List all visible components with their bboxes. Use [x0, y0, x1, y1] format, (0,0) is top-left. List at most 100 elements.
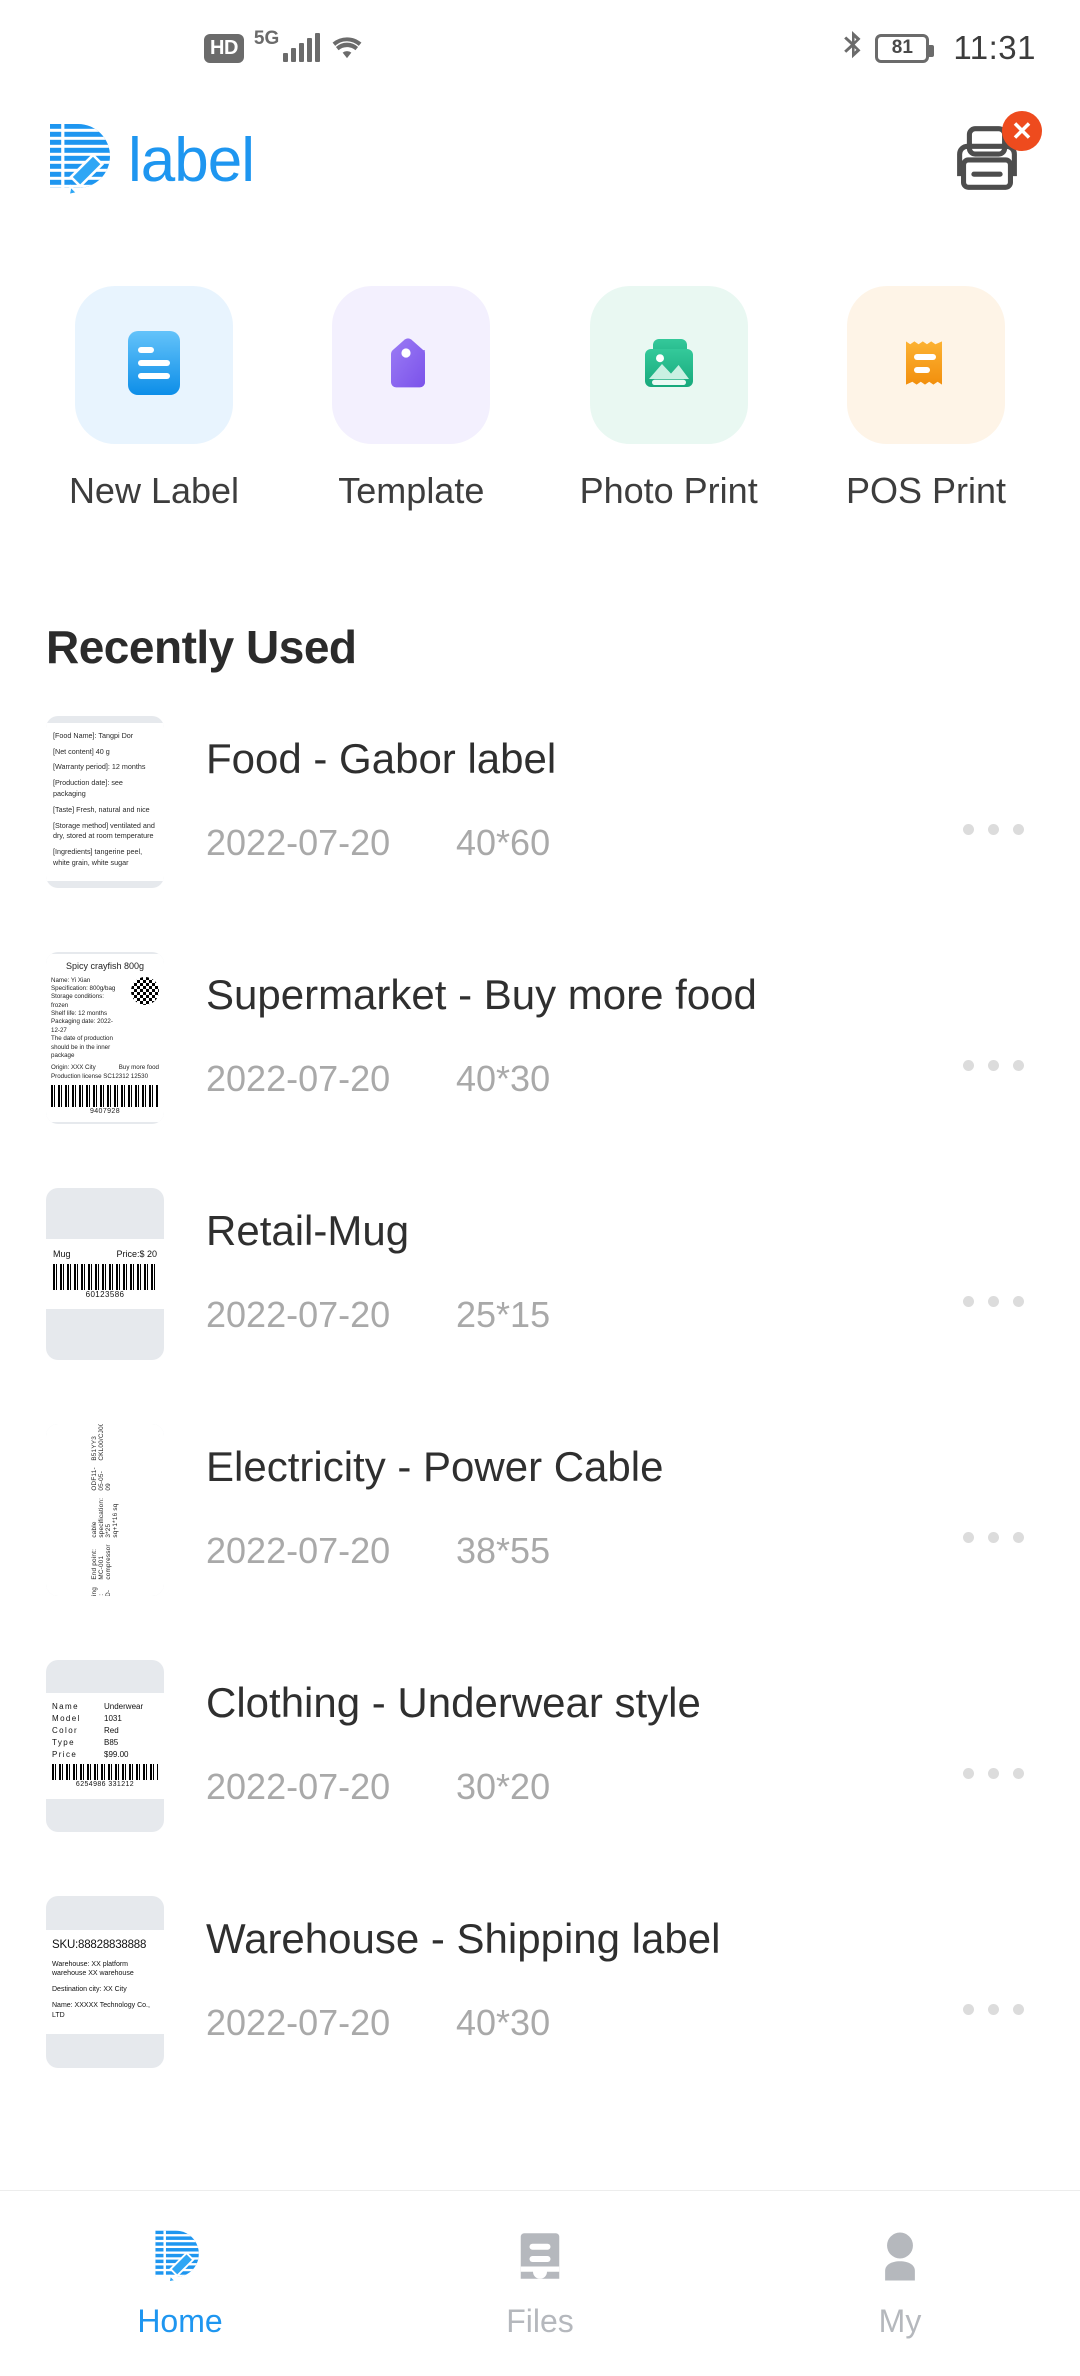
battery-icon: 81 [875, 33, 935, 63]
preview-value: B85 [104, 1738, 119, 1748]
barcode-number: 9407928 [89, 1108, 121, 1115]
list-item-date: 2022-07-20 [206, 1058, 391, 1100]
preview-price: Price:$ 20 [116, 1249, 157, 1259]
preview-sku: SKU:88828838888 [52, 1939, 147, 1952]
list-item-size: 38*55 [456, 1530, 551, 1572]
more-options-icon[interactable] [963, 1768, 1024, 1779]
preview-line: [Warranty period]: 12 months [53, 762, 146, 772]
preview-line: Name: Yi Xian [51, 976, 91, 984]
list-item-date: 2022-07-20 [206, 1766, 391, 1808]
tab-my[interactable]: My [720, 2191, 1080, 2376]
quick-action-photo-print[interactable]: Photo Print [559, 286, 779, 512]
preview-line: Production license SC12312 12530 [51, 1072, 149, 1080]
d-logo-icon [44, 122, 124, 201]
label-thumbnail: Name Underwear Model 1031 Color Red Type B85… [46, 1660, 164, 1832]
preview-line: [Ingredients] tangerine peel, white grai… [53, 847, 143, 867]
preview-line: Destination city: XX City [52, 1986, 127, 1994]
app-header: label ✕ [0, 96, 1080, 226]
tab-label: Home [137, 2302, 223, 2339]
list-item[interactable]: Starting point: 25WD-3 End point: MC-001… [0, 1424, 1080, 1660]
qr-code-icon [131, 976, 159, 1005]
preview-line: Shelf life: 12 months [51, 1010, 108, 1018]
preview-value: Red [104, 1726, 119, 1736]
preview-line: [Net content] 40 g [53, 746, 110, 756]
preview-line: Packaging date: 2022-12-27 [51, 1018, 113, 1034]
signal-bars-icon [283, 33, 321, 62]
barcode-number: 6254986 331212 [75, 1781, 135, 1789]
preview-line: [Food Name]: Tangpi Dor [53, 730, 134, 740]
pos-print-tile [846, 286, 1005, 444]
preview-line: Warehouse: XX platform warehouse XX ware… [52, 1960, 134, 1978]
network-type-label: 5G [253, 28, 280, 49]
label-thumbnail: SKU:88828838888 Warehouse: XX platform w… [46, 1896, 164, 2068]
tab-home[interactable]: Home [0, 2191, 360, 2376]
list-item-size: 40*30 [456, 1058, 551, 1100]
page-title: Recently Used [46, 621, 357, 673]
list-item[interactable]: Name Underwear Model 1031 Color Red Type B85… [0, 1660, 1080, 1896]
preview-product-name: Mug [53, 1249, 71, 1259]
more-options-icon[interactable] [963, 2004, 1024, 2015]
list-item[interactable]: [Food Name]: Tangpi Dor [Net content] 40… [0, 716, 1080, 952]
preview-line: Name: XXXXX Technology Co., LTD [52, 2001, 150, 2019]
list-item-size: 40*30 [456, 2002, 551, 2044]
files-label-icon [513, 2228, 567, 2289]
more-options-icon[interactable] [963, 1296, 1024, 1307]
barcode-number: 60123586 [85, 1290, 125, 1299]
preview-line: Starting point: 25WD-3 [91, 1587, 119, 1596]
list-item[interactable]: SKU:88828838888 Warehouse: XX platform w… [0, 1896, 1080, 2132]
status-bar: HD 5G 81 11:31 [0, 0, 1080, 96]
list-item-date: 2022-07-20 [206, 1294, 391, 1336]
tab-files[interactable]: Files [360, 2191, 720, 2376]
list-item-title: Retail-Mug [206, 1207, 410, 1254]
document-lines-icon [116, 325, 192, 406]
quick-action-label: Template [338, 470, 485, 511]
preview-value: 1031 [104, 1714, 122, 1724]
label-thumbnail: Starting point: 25WD-3 End point: MC-001… [46, 1424, 164, 1596]
photo-print-tile [589, 286, 748, 444]
tab-label: My [878, 2302, 922, 2339]
list-item-date: 2022-07-20 [206, 1530, 391, 1572]
bottom-navigation: Home Files My [0, 2190, 1080, 2376]
list-item-date: 2022-07-20 [206, 2002, 391, 2044]
printer-status-button[interactable]: ✕ [944, 111, 1042, 207]
app-logo: label [44, 122, 255, 201]
new-label-tile [75, 286, 233, 444]
barcode-icon [52, 1764, 158, 1781]
list-item-size: 30*20 [456, 1766, 551, 1808]
receipt-icon [888, 325, 964, 406]
preview-key: Model [52, 1714, 81, 1724]
retail-label-preview: Mug Price:$ 20 60123586 [46, 1239, 164, 1309]
preview-line: End point: MC-001 compressor [91, 1544, 112, 1581]
preview-line: Specification: 800g/bag [51, 985, 116, 993]
preview-key: Color [52, 1726, 79, 1736]
preview-line: Storage conditions: frozen [51, 993, 104, 1009]
price-tag-icon [373, 325, 449, 406]
more-options-icon[interactable] [963, 1060, 1024, 1071]
preview-line: [Storage method] ventilated and dry, sto… [53, 820, 155, 841]
warehouse-label-preview: SKU:88828838888 Warehouse: XX platform w… [46, 1930, 164, 2034]
more-options-icon[interactable] [963, 824, 1024, 835]
label-thumbnail: [Food Name]: Tangpi Dor [Net content] 40… [46, 716, 164, 888]
quick-action-pos-print[interactable]: POS Print [816, 286, 1036, 512]
battery-level: 81 [891, 37, 913, 58]
quick-action-label: New Label [68, 470, 240, 511]
app-title: label [128, 126, 255, 195]
d-logo-icon [151, 2228, 209, 2289]
quick-action-template[interactable]: Template [301, 286, 521, 512]
electricity-label-preview: Starting point: 25WD-3 End point: MC-001… [46, 1424, 164, 1596]
quick-action-new-label[interactable]: New Label [44, 286, 264, 512]
list-item-title: Warehouse - Shipping label [206, 1915, 721, 1962]
list-item[interactable]: Spicy crayfish 800g Name: Yi Xian Specif… [0, 952, 1080, 1188]
list-item-title: Supermarket - Buy more food [206, 971, 757, 1018]
barcode-icon [53, 1264, 157, 1290]
preview-line: B51YY3 CKL00/CJ001/57 [91, 1424, 105, 1461]
clothing-label-preview: Name Underwear Model 1031 Color Red Type B85… [46, 1693, 164, 1799]
list-item[interactable]: Mug Price:$ 20 60123586 Retail-Mug 2022-… [0, 1188, 1080, 1424]
preview-line: cable specification: 3*25 sq+1*16 sq [91, 1498, 119, 1538]
list-item-title: Food - Gabor label [206, 735, 557, 782]
list-item-date: 2022-07-20 [206, 822, 391, 864]
quick-action-label: POS Print [845, 470, 1007, 511]
more-options-icon[interactable] [963, 1532, 1024, 1543]
person-icon [873, 2228, 927, 2289]
tab-label: Files [506, 2302, 574, 2339]
